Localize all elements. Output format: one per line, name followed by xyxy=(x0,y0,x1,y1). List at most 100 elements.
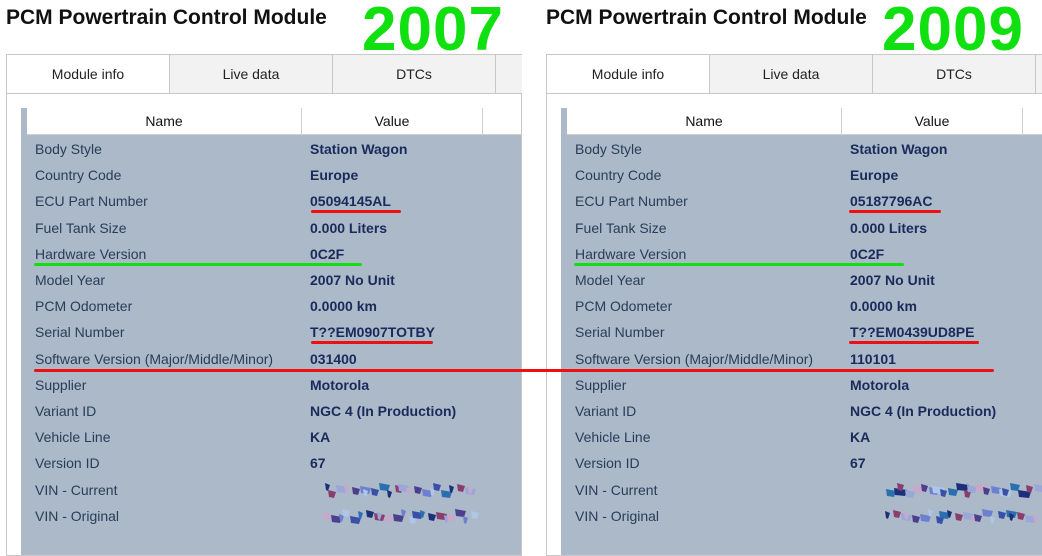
panel-2009: PCM Powertrain Control Module 2009 Modul… xyxy=(540,0,1042,556)
highlight-ecu-part-2009 xyxy=(849,210,941,213)
highlight-hardware-2007 xyxy=(34,263,362,266)
table-row[interactable]: ECU Part Number 05187796AC xyxy=(561,188,1042,214)
module-info-grid: Name Value Body Style Station Wagon Countr… xyxy=(561,108,1042,555)
grid-header: Name Value xyxy=(567,108,1042,135)
table-row[interactable]: Software Version (Major/Middle/Minor) 110… xyxy=(561,346,1042,372)
table-row[interactable]: Country Code Europe xyxy=(561,162,1042,188)
table-row[interactable]: VIN - Current xyxy=(561,477,1042,503)
row-name: Serial Number xyxy=(35,324,125,341)
row-value: KA xyxy=(310,429,331,446)
row-name: Model Year xyxy=(35,272,106,288)
table-row[interactable]: Serial Number T??EM0907TOTBY xyxy=(21,319,521,345)
row-name: Variant ID xyxy=(35,403,97,419)
table-row[interactable]: Fuel Tank Size 0.000 Liters xyxy=(561,215,1042,241)
row-value: 67 xyxy=(850,455,866,472)
row-value: Europe xyxy=(850,167,899,184)
row-name: Model Year xyxy=(575,272,646,288)
vin-redacted-blur xyxy=(885,508,1038,524)
highlight-serial-2007 xyxy=(311,341,433,344)
table-row[interactable]: Vehicle Line KA xyxy=(561,424,1042,450)
row-name: Fuel Tank Size xyxy=(35,219,127,236)
panel-title: PCM Powertrain Control Module xyxy=(546,6,867,29)
row-value: Station Wagon xyxy=(850,141,948,157)
grid-header: Name Value xyxy=(27,108,521,135)
table-row[interactable]: Variant ID NGC 4 (In Production) xyxy=(21,398,521,424)
highlight-software-version-link xyxy=(34,369,994,372)
highlight-ecu-part-2007 xyxy=(311,210,401,213)
row-name: Version ID xyxy=(35,455,100,472)
tab-more[interactable] xyxy=(495,54,522,94)
table-row[interactable]: Version ID 67 xyxy=(21,450,521,476)
table-row[interactable]: VIN - Original xyxy=(21,503,521,529)
row-name: Serial Number xyxy=(575,324,665,341)
row-name: VIN - Original xyxy=(575,507,660,524)
table-row[interactable]: PCM Odometer 0.0000 km xyxy=(561,293,1042,319)
row-value: Europe xyxy=(310,167,359,184)
row-value: NGC 4 (In Production) xyxy=(310,403,457,419)
row-value: Station Wagon xyxy=(310,141,408,157)
tab-more[interactable] xyxy=(1035,54,1042,94)
row-name: Software Version (Major/Middle/Minor) xyxy=(35,350,274,367)
table-row[interactable]: Body Style Station Wagon xyxy=(561,136,1042,162)
tab-dtcs[interactable]: DTCs xyxy=(872,54,1036,94)
table-row[interactable]: Vehicle Line KA xyxy=(21,424,521,450)
table-row[interactable]: Country Code Europe xyxy=(21,162,521,188)
panel-title: PCM Powertrain Control Module xyxy=(6,6,327,29)
row-value: NGC 4 (In Production) xyxy=(850,403,997,419)
row-name: Supplier xyxy=(35,376,87,393)
row-name: Vehicle Line xyxy=(35,429,111,446)
module-info-content: Name Value Body Style Station Wagon Countr… xyxy=(546,93,1042,556)
row-name: Body Style xyxy=(35,141,102,157)
vin-redacted-blur xyxy=(325,482,476,498)
tab-live-data[interactable]: Live data xyxy=(709,54,873,94)
table-row[interactable]: ECU Part Number 05094145AL xyxy=(21,188,521,214)
row-name: VIN - Current xyxy=(35,481,118,498)
table-row[interactable]: Body Style Station Wagon xyxy=(21,136,521,162)
table-row[interactable]: PCM Odometer 0.0000 km xyxy=(21,293,521,319)
row-value: 0.0000 km xyxy=(850,298,917,315)
tab-module-info[interactable]: Module info xyxy=(6,54,170,95)
table-row[interactable]: Fuel Tank Size 0.000 Liters xyxy=(21,215,521,241)
table-row[interactable]: Supplier Motorola xyxy=(21,372,521,398)
column-header-value[interactable]: Value xyxy=(302,108,483,134)
table-row[interactable]: VIN - Original xyxy=(561,503,1042,529)
row-name: Country Code xyxy=(35,167,122,184)
table-row[interactable]: Software Version (Major/Middle/Minor) 031… xyxy=(21,346,521,372)
column-header-name[interactable]: Name xyxy=(27,108,302,134)
table-row[interactable]: Model Year 2007 No Unit xyxy=(21,267,521,293)
row-value: 67 xyxy=(310,455,326,472)
panel-2007: PCM Powertrain Control Module 2007 Modul… xyxy=(0,0,522,556)
row-name: Variant ID xyxy=(575,403,637,419)
tab-bar: Module info Live data DTCs xyxy=(546,54,1042,95)
row-name: VIN - Current xyxy=(575,481,658,498)
table-row[interactable]: Version ID 67 xyxy=(561,450,1042,476)
vin-redacted-blur xyxy=(886,482,1042,498)
vin-redacted-blur xyxy=(323,508,479,524)
row-name: Country Code xyxy=(575,167,662,184)
highlight-hardware-2009 xyxy=(574,263,904,266)
row-value: 2007 No Unit xyxy=(850,272,935,288)
row-value: 0.000 Liters xyxy=(850,219,928,236)
table-row[interactable]: VIN - Current xyxy=(21,477,521,503)
row-name: Fuel Tank Size xyxy=(575,219,667,236)
row-value: KA xyxy=(850,429,871,446)
row-name: ECU Part Number xyxy=(35,193,148,210)
row-name: VIN - Original xyxy=(35,507,120,524)
row-name: PCM Odometer xyxy=(35,298,133,315)
table-row[interactable]: Variant ID NGC 4 (In Production) xyxy=(561,398,1042,424)
row-name: ECU Part Number xyxy=(575,193,688,210)
column-header-value[interactable]: Value xyxy=(842,108,1023,134)
tab-module-info[interactable]: Module info xyxy=(546,54,710,95)
row-value: 0.0000 km xyxy=(310,298,377,315)
row-name: Software Version (Major/Middle/Minor) xyxy=(575,350,814,367)
table-row[interactable]: Supplier Motorola xyxy=(561,372,1042,398)
row-value: 0.000 Liters xyxy=(310,219,388,236)
table-row[interactable]: Model Year 2007 No Unit xyxy=(561,267,1042,293)
tab-live-data[interactable]: Live data xyxy=(169,54,333,94)
row-value: Motorola xyxy=(310,376,370,393)
module-info-content: Name Value Body Style Station Wagon Countr… xyxy=(6,93,522,556)
row-name: Version ID xyxy=(575,455,640,472)
tab-bar: Module info Live data DTCs xyxy=(6,54,522,95)
tab-dtcs[interactable]: DTCs xyxy=(332,54,496,94)
column-header-name[interactable]: Name xyxy=(567,108,842,134)
